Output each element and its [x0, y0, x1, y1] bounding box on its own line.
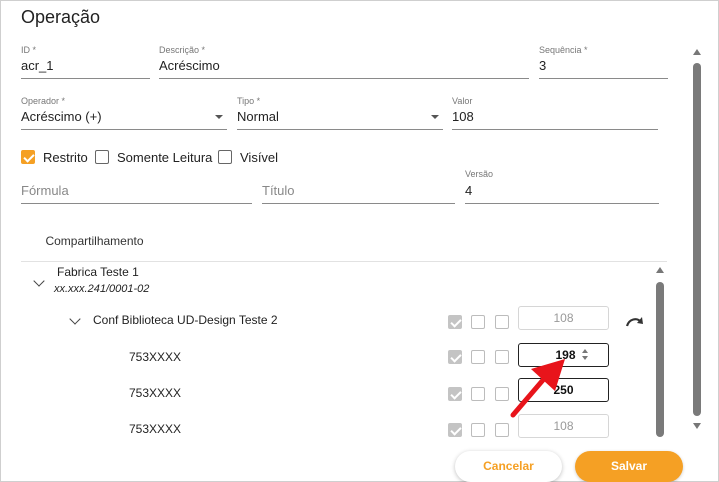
operador-label: Operador * [21, 96, 66, 106]
dialog-title: Operação [21, 7, 101, 27]
tree-scrollbar-thumb[interactable] [656, 282, 664, 437]
id-field[interactable]: ID * acr_1 [21, 45, 150, 79]
tree-scroll-up-icon[interactable] [656, 267, 664, 273]
id-value: acr_1 [21, 58, 54, 73]
tree-item-checkbox-1 [448, 387, 462, 401]
somente-leitura-checkbox[interactable] [95, 150, 109, 164]
operador-underline [21, 129, 227, 130]
visivel-label: Visível [240, 150, 279, 165]
versao-value: 4 [465, 183, 473, 198]
formula-placeholder: Fórmula [21, 183, 69, 198]
content-fade [1, 437, 701, 451]
tipo-label: Tipo * [237, 96, 261, 106]
titulo-field[interactable]: Título [262, 170, 455, 204]
expand-chevron-icon[interactable] [33, 275, 45, 287]
operador-select[interactable]: Operador * Acréscimo (+) [21, 96, 227, 130]
tree-group-value-input[interactable]: 108 [518, 306, 609, 330]
tree-item-name: 753XXXX [129, 350, 182, 364]
somente-leitura-label: Somente Leitura [117, 150, 213, 165]
sequencia-underline [539, 78, 668, 79]
tipo-select[interactable]: Tipo * Normal [237, 96, 443, 130]
dialog-scroll-up-icon[interactable] [693, 49, 701, 55]
titulo-underline [262, 203, 455, 204]
sequencia-value: 3 [539, 58, 547, 73]
titulo-placeholder: Título [262, 183, 295, 198]
id-underline [21, 78, 150, 79]
redo-icon[interactable] [624, 314, 646, 328]
valor-value: 108 [452, 109, 474, 124]
tree-item-checkbox-2[interactable] [471, 423, 485, 437]
visivel-checkbox[interactable] [218, 150, 232, 164]
tree-root-name: Fabrica Teste 1 [57, 265, 139, 279]
tree-item-checkbox-1 [448, 423, 462, 437]
versao-label: Versão [465, 169, 494, 179]
operador-value: Acréscimo (+) [21, 109, 102, 124]
tree-item-checkbox-2[interactable] [471, 350, 485, 364]
annotation-arrow-icon [510, 359, 565, 418]
tree-item-name: 753XXXX [129, 422, 182, 436]
restrito-label: Restrito [43, 150, 88, 165]
tipo-underline [237, 129, 443, 130]
sequencia-label: Sequência * [539, 45, 588, 55]
dialog-scrollbar-thumb[interactable] [693, 63, 701, 416]
tree-group-checkbox-3[interactable] [495, 315, 509, 329]
tree-item-checkbox-3[interactable] [495, 423, 509, 437]
tree-item-name: 753XXXX [129, 386, 182, 400]
operacao-dialog: Operação ID * acr_1 Descrição * Acréscim… [0, 0, 719, 482]
descricao-label: Descrição * [159, 45, 206, 55]
valor-underline [452, 129, 658, 130]
tree-item-checkbox-1 [448, 350, 462, 364]
cancel-button[interactable]: Cancelar [455, 451, 562, 482]
sequencia-field[interactable]: Sequência * 3 [539, 45, 668, 79]
tab-compartilhamento[interactable]: Compartilhamento [21, 223, 168, 263]
dialog-scroll-down-icon[interactable] [693, 423, 701, 429]
versao-field[interactable]: Versão 4 [465, 169, 659, 204]
versao-underline [465, 203, 659, 204]
expand-chevron-icon[interactable] [69, 313, 81, 325]
tree-item-checkbox-2[interactable] [471, 387, 485, 401]
descricao-value: Acréscimo [159, 58, 220, 73]
restrito-checkbox[interactable] [21, 150, 35, 164]
descricao-underline [159, 78, 529, 79]
formula-underline [21, 203, 252, 204]
tree-group-name: Conf Biblioteca UD-Design Teste 2 [93, 313, 278, 327]
save-button[interactable]: Salvar [575, 451, 683, 482]
valor-label: Valor [452, 96, 473, 106]
tipo-value: Normal [237, 109, 279, 124]
tipo-dropdown-icon [431, 115, 439, 119]
descricao-field[interactable]: Descrição * Acréscimo [159, 45, 529, 79]
tab-divider [21, 261, 667, 262]
valor-field[interactable]: Valor 108 [452, 96, 658, 130]
operador-dropdown-icon [215, 115, 223, 119]
number-spinner-icon[interactable] [582, 348, 590, 362]
tree-group-checkbox-1 [448, 315, 462, 329]
tree-group-checkbox-2[interactable] [471, 315, 485, 329]
tree-root-doc: xx.xxx.241/0001-02 [54, 283, 150, 295]
formula-field[interactable]: Fórmula [21, 170, 252, 204]
id-label: ID * [21, 45, 37, 55]
